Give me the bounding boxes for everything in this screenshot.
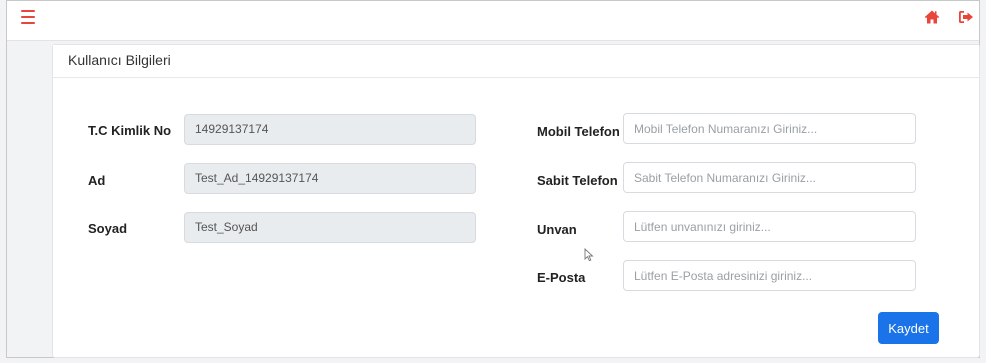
unvan-label: Unvan [537,222,577,237]
app-window: Kullanıcı Bilgileri T.C Kimlik No 149291… [6,0,980,358]
tc-kimlik-field: 14929137174 [184,114,476,145]
eposta-input[interactable] [623,260,916,291]
tc-kimlik-label: T.C Kimlik No [88,123,172,138]
soyad-label: Soyad [88,221,128,236]
top-navbar [7,1,979,41]
mouse-cursor-icon [584,248,594,262]
unvan-input[interactable] [623,211,916,242]
sabit-telefon-input[interactable] [623,162,916,193]
ad-field: Test_Ad_14929137174 [184,163,476,194]
eposta-label: E-Posta [537,270,586,285]
card-title: Kullanıcı Bilgileri [53,45,979,78]
sabit-telefon-label: Sabit Telefon [537,173,618,188]
home-icon[interactable] [924,9,940,25]
sign-out-icon[interactable] [958,9,974,25]
user-info-card: Kullanıcı Bilgileri T.C Kimlik No 149291… [52,44,980,358]
soyad-field: Test_Soyad [184,212,476,243]
ad-label: Ad [88,173,106,188]
hamburger-menu-icon[interactable] [21,10,35,24]
save-button[interactable]: Kaydet [878,312,939,344]
mobil-telefon-label: Mobil Telefon [537,124,620,139]
mobil-telefon-input[interactable] [623,113,916,144]
